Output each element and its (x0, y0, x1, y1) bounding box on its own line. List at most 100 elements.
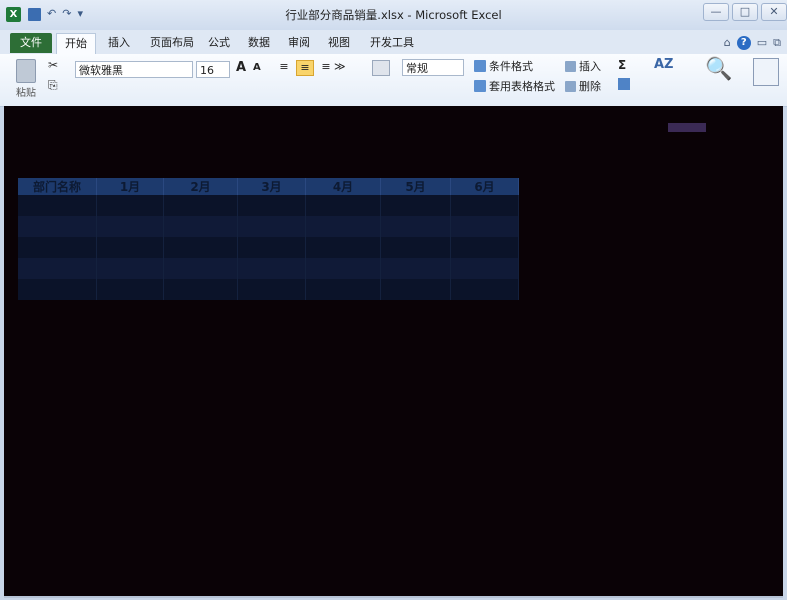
status-strip (4, 596, 783, 598)
cell[interactable] (305, 237, 381, 258)
tab-insert[interactable]: 插入 (100, 33, 138, 53)
insert-cells-label: 插入 (579, 60, 601, 73)
header-cell[interactable]: 部门名称 (18, 178, 97, 195)
conditional-format-icon (474, 60, 486, 72)
cell[interactable] (380, 258, 451, 279)
cell[interactable] (163, 237, 238, 258)
cell[interactable] (237, 258, 306, 279)
font-size-select[interactable]: 16 (196, 61, 230, 78)
insert-cells-button[interactable]: 插入 (565, 58, 601, 74)
render-artifact (668, 123, 706, 132)
delete-cells-button[interactable]: 删除 (565, 78, 601, 94)
cell[interactable] (18, 216, 97, 237)
cell[interactable] (96, 258, 164, 279)
conditional-format-label: 条件格式 (489, 60, 533, 73)
fill-icon[interactable] (618, 78, 630, 90)
header-cell[interactable]: 2月 (163, 178, 238, 195)
tab-page-layout[interactable]: 页面布局 (142, 33, 202, 53)
shrink-font-icon[interactable]: A (253, 62, 261, 73)
close-button[interactable]: ✕ (761, 3, 787, 21)
cell[interactable] (237, 279, 306, 300)
window-title: 行业部分商品销量.xlsx - Microsoft Excel (285, 8, 502, 22)
cell[interactable] (18, 279, 97, 300)
cell[interactable] (163, 216, 238, 237)
sales-table: 部门名称 1月 2月 3月 4月 5月 6月 (18, 178, 519, 300)
workbook-restore-icon[interactable]: ⧉ (773, 36, 781, 50)
table-row (18, 258, 519, 279)
clipboard-tools: ✂ ⎘ (48, 58, 58, 93)
table-row (18, 216, 519, 237)
header-cell[interactable]: 4月 (305, 178, 381, 195)
orientation-icon[interactable]: ≫ (334, 60, 346, 73)
cell[interactable] (163, 258, 238, 279)
cell[interactable] (18, 237, 97, 258)
grow-font-icon[interactable]: A (236, 60, 246, 75)
minimize-button[interactable]: — (703, 3, 729, 21)
table-header-row: 部门名称 1月 2月 3月 4月 5月 6月 (18, 178, 519, 195)
cell[interactable] (237, 237, 306, 258)
header-cell[interactable]: 6月 (450, 178, 519, 195)
cell[interactable] (450, 258, 519, 279)
cell[interactable] (380, 279, 451, 300)
cell[interactable] (237, 216, 306, 237)
tab-file[interactable]: 文件 (10, 33, 52, 53)
autosum-icon[interactable]: Σ (618, 58, 626, 72)
cell[interactable] (305, 279, 381, 300)
table-format-button[interactable]: 套用表格格式 (474, 78, 555, 94)
tab-data[interactable]: 数据 (240, 33, 278, 53)
header-cell[interactable]: 1月 (96, 178, 164, 195)
cell[interactable] (380, 216, 451, 237)
title-bar: X ↶ ↷ ▾ 行业部分商品销量.xlsx - Microsoft Excel … (0, 0, 787, 31)
cell[interactable] (450, 216, 519, 237)
tab-formulas[interactable]: 公式 (200, 33, 238, 53)
table-row (18, 279, 519, 300)
cell[interactable] (96, 237, 164, 258)
ribbon-home: 粘贴 ✂ ⎘ 微软雅黑 16 A A ≡ ≡ ≡ ≫ 常规 条件格式 套用表格格… (0, 54, 787, 107)
paste-label: 粘贴 (16, 88, 36, 99)
wrap-text-icon[interactable] (372, 60, 390, 76)
header-cell[interactable]: 5月 (380, 178, 451, 195)
cell[interactable] (305, 195, 381, 216)
find-select-icon[interactable]: 🔍 (705, 57, 732, 82)
cell[interactable] (163, 279, 238, 300)
cell[interactable] (380, 237, 451, 258)
number-format-select[interactable]: 常规 (402, 59, 464, 76)
cell[interactable] (96, 195, 164, 216)
paste-button[interactable]: 粘贴 (6, 56, 46, 102)
ribbon-collapse-icon[interactable]: ⌂ (724, 36, 731, 50)
maximize-button[interactable]: □ (732, 3, 758, 21)
cell[interactable] (380, 195, 451, 216)
cell[interactable] (237, 195, 306, 216)
align-middle-icon[interactable]: ≡ (296, 60, 314, 76)
cut-icon[interactable]: ✂ (48, 58, 58, 72)
conditional-format-button[interactable]: 条件格式 (474, 58, 555, 74)
cell[interactable] (450, 279, 519, 300)
cell[interactable] (450, 237, 519, 258)
workbook-minimize-icon[interactable]: ▭ (757, 36, 767, 50)
cell[interactable] (450, 195, 519, 216)
delete-cells-icon (565, 80, 576, 92)
tab-view[interactable]: 视图 (320, 33, 358, 53)
cell[interactable] (18, 258, 97, 279)
cell[interactable] (96, 216, 164, 237)
header-cell[interactable]: 3月 (237, 178, 306, 195)
align-bottom-icon[interactable]: ≡ (318, 60, 334, 74)
delete-cells-label: 删除 (579, 80, 601, 93)
cell[interactable] (18, 195, 97, 216)
cell[interactable] (305, 258, 381, 279)
cell[interactable] (163, 195, 238, 216)
copy-icon[interactable]: ⎘ (48, 78, 58, 93)
tab-home[interactable]: 开始 (56, 33, 96, 54)
sort-filter-icon[interactable]: AZ (654, 57, 678, 89)
cell[interactable] (305, 216, 381, 237)
help-icon[interactable]: ? (736, 36, 751, 50)
align-top-icon[interactable]: ≡ (276, 60, 292, 74)
font-name-select[interactable]: 微软雅黑 (75, 61, 193, 78)
worksheet-area[interactable]: 部门名称 1月 2月 3月 4月 5月 6月 (4, 106, 783, 598)
tab-review[interactable]: 审阅 (280, 33, 318, 53)
cell[interactable] (96, 279, 164, 300)
cells-group: 插入 删除 (565, 58, 601, 94)
table-row (18, 237, 519, 258)
sheet-view-icon[interactable] (753, 58, 779, 86)
tab-developer[interactable]: 开发工具 (362, 33, 422, 53)
